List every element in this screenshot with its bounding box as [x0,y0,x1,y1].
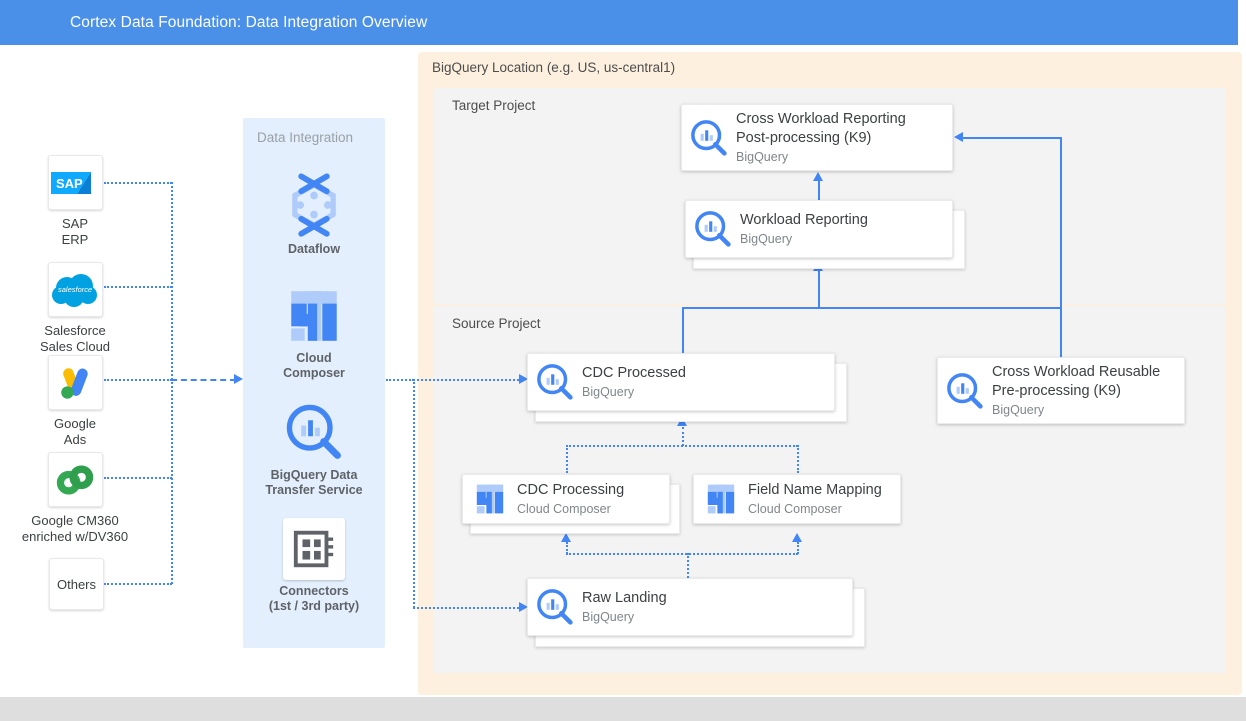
bigquery-icon [528,586,582,628]
connector-sap-to-bus [104,182,172,184]
card-cross-workload-post-processing[interactable]: Cross Workload Reporting Post-processing… [681,104,953,171]
card-subtitle: BigQuery [740,231,868,248]
connector-bus-to-raw-landing [413,607,523,609]
card-raw-landing[interactable]: Raw Landing BigQuery [527,578,853,636]
di-item-dataflow[interactable]: Dataflow [243,170,385,257]
cloud-composer-icon [243,285,385,347]
card-cross-workload-pre-processing[interactable]: Cross Workload Reusable Pre-processing (… [937,357,1185,424]
source-project-label: Source Project [452,316,541,331]
connector-di-to-right-bus [386,379,414,381]
connector-cdc-processed-up [682,307,684,356]
connector-to-cdc-processing [566,542,568,554]
source-item-google-ads[interactable]: Google Ads [0,355,150,448]
card-subtitle: BigQuery [582,609,667,626]
card-title-line1: Cross Workload Reusable [992,363,1160,382]
connector-cdc-processing-up [566,445,568,473]
bigquery-icon [686,208,740,250]
connector-source-bus [171,182,173,584]
di-item-connectors-label: Connectors (1st / 3rd party) [243,584,385,614]
card-subtitle: BigQuery [582,384,686,401]
card-title-line1: Field Name Mapping [748,481,882,500]
bigquery-icon [682,117,736,159]
connector-others-to-bus [104,583,172,585]
source-item-others-label: Others [57,577,96,592]
connector-googleads-to-bus [104,379,172,381]
connector-bus-to-data-integration [171,379,236,381]
window-title-bar: Cortex Data Foundation: Data Integration… [0,0,1238,45]
connector-cm360-to-bus [104,477,172,479]
di-item-dataflow-label: Dataflow [243,242,385,257]
bigquery-icon [243,400,385,464]
google-cm360-logo-icon [48,452,103,507]
connector-pre-to-post-vertical [1060,137,1062,360]
di-item-bigquery-dts[interactable]: BigQuery Data Transfer Service [243,400,385,498]
window-footer-bar [0,697,1246,721]
di-item-cloud-composer-label: Cloud Composer [243,351,385,381]
arrowhead-into-post-processing-right [954,132,963,142]
connector-pre-to-post-horizontal [963,137,1061,139]
connector-salesforce-to-bus [104,286,172,288]
arrowhead-into-field-name-mapping [792,533,802,542]
source-item-google-ads-label: Google Ads [0,416,150,448]
connector-composer-fanout [566,553,798,555]
card-title-line1: CDC Processing [517,481,624,500]
bigquery-icon [528,361,582,403]
di-item-connectors[interactable]: Connectors (1st / 3rd party) [243,518,385,614]
source-item-sap-label: SAP ERP [0,216,150,248]
dataflow-icon [243,170,385,238]
card-subtitle: Cloud Composer [748,501,882,518]
arrowhead-into-data-integration [234,374,243,384]
page-title: Cortex Data Foundation: Data Integration… [70,0,427,45]
card-title-line2: Post-processing (K9) [736,129,906,148]
connectors-icon [243,518,385,580]
source-item-salesforce-label: Salesforce Sales Cloud [0,323,150,355]
source-item-sap[interactable]: SAP SAP ERP [0,155,150,248]
di-item-cloud-composer[interactable]: Cloud Composer [243,285,385,381]
svg-text:SAP: SAP [56,176,83,191]
source-item-salesforce[interactable]: salesforce Salesforce Sales Cloud [0,262,150,355]
target-project-label: Target Project [452,98,535,113]
data-integration-panel: Data Integration [243,118,385,648]
svg-text:salesforce: salesforce [58,285,92,294]
connector-bus-to-cdc-processed [413,379,523,381]
card-cdc-processing[interactable]: CDC Processing Cloud Composer [462,474,670,524]
arrowhead-into-post-processing [813,172,823,181]
card-subtitle: BigQuery [736,149,906,166]
card-title-line1: Workload Reporting [740,211,868,230]
card-workload-reporting[interactable]: Workload Reporting BigQuery [685,200,953,258]
connector-reporting-bus [682,307,1061,309]
cloud-composer-icon [463,481,517,517]
card-cdc-processed[interactable]: CDC Processed BigQuery [527,353,835,411]
google-ads-logo-icon [48,355,103,410]
card-title-line1: Raw Landing [582,589,667,608]
source-item-google-cm360-label: Google CM360 enriched w/DV360 [0,513,150,545]
connector-field-name-mapping-up [797,445,799,473]
cloud-composer-icon [694,481,748,517]
card-field-name-mapping[interactable]: Field Name Mapping Cloud Composer [693,474,901,524]
bigquery-icon [938,370,992,412]
card-subtitle: Cloud Composer [517,501,624,518]
connector-rawlanding-up [687,553,689,581]
card-title-line1: Cross Workload Reporting [736,110,906,129]
di-item-bigquery-dts-label: BigQuery Data Transfer Service [243,468,385,498]
diagram-canvas: Cortex Data Foundation: Data Integration… [0,0,1246,721]
connector-right-bus [413,379,415,608]
data-integration-heading: Data Integration [257,130,353,145]
connector-to-field-name-mapping [797,542,799,554]
source-item-others[interactable]: Others [49,558,104,610]
arrowhead-into-cdc-processing [561,533,571,542]
connector-bus-to-workload-reporting [818,271,820,308]
salesforce-logo-icon: salesforce [48,262,103,317]
source-item-google-cm360[interactable]: Google CM360 enriched w/DV360 [0,452,150,545]
sap-logo-icon: SAP [48,155,103,210]
card-title-line1: CDC Processed [582,364,686,383]
card-subtitle: BigQuery [992,402,1160,419]
bigquery-location-label: BigQuery Location (e.g. US, us-central1) [432,60,675,75]
card-title-line2: Pre-processing (K9) [992,382,1160,401]
connector-merge-to-cdc-processed [682,427,684,446]
